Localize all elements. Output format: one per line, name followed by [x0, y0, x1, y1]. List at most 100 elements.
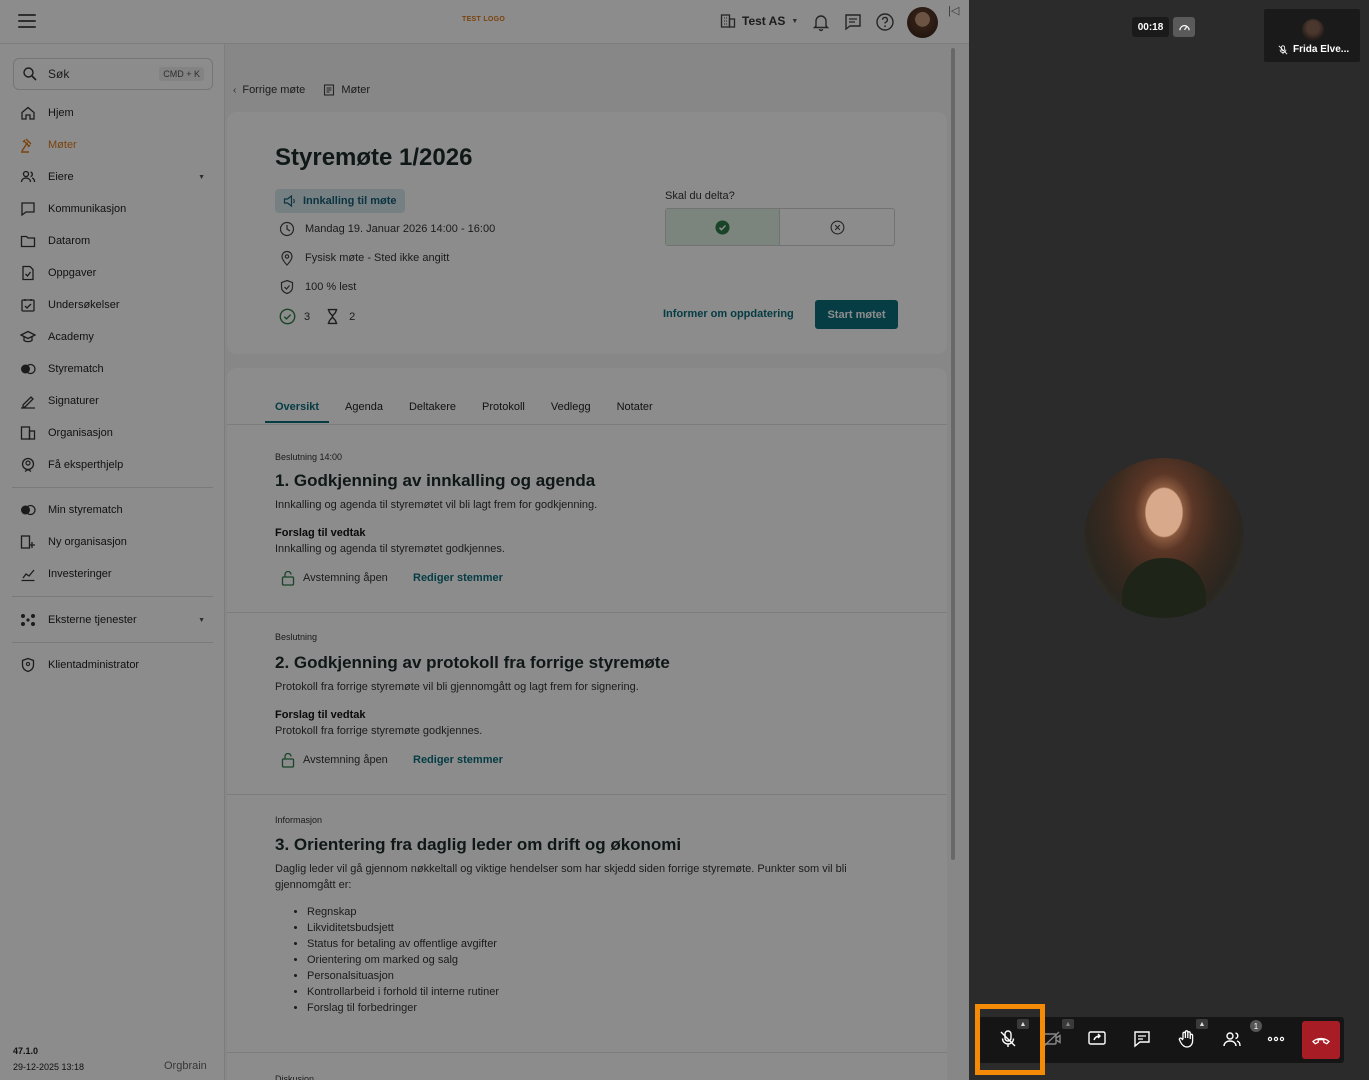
mute-button[interactable] — [996, 1027, 1020, 1051]
vote-status-text: Avstemning åpen — [303, 572, 388, 584]
accepted-count: 3 — [304, 310, 311, 323]
shield-icon — [21, 657, 35, 673]
connection-quality-button[interactable] — [1173, 17, 1195, 37]
expert-icon — [21, 457, 35, 472]
tab-bar: Oversikt Agenda Deltakere Protokoll Vedl… — [265, 401, 653, 423]
vote-status: Avstemning åpen — [281, 752, 388, 768]
vote-status-text: Avstemning åpen — [303, 754, 388, 766]
org-switcher[interactable]: Test AS ▼ — [720, 13, 798, 29]
search-input[interactable]: Søk CMD + K — [13, 58, 213, 90]
sidebar-item-label: Academy — [48, 331, 94, 343]
camera-options-caret[interactable]: ▲ — [1062, 1019, 1074, 1029]
sidebar-item-tasks[interactable]: Oppgaver — [20, 263, 205, 283]
pen-icon — [21, 396, 35, 409]
leave-call-button[interactable] — [1302, 1021, 1340, 1059]
sidebar-item-organisation[interactable]: Organisasjon — [20, 423, 205, 443]
mic-off-icon — [1278, 44, 1288, 54]
status-badge-label: Innkalling til møte — [303, 195, 397, 207]
meeting-read-status: 100 % lest — [279, 279, 356, 295]
chevron-down-icon: ▼ — [198, 173, 205, 181]
mic-options-caret[interactable]: ▲ — [1017, 1019, 1029, 1029]
meetings-link[interactable]: Møter — [323, 84, 370, 96]
reactions-caret[interactable]: ▲ — [1196, 1019, 1208, 1029]
help-icon[interactable] — [875, 12, 895, 32]
attendance-counts: 3 2 — [279, 308, 355, 325]
inform-update-link[interactable]: Informer om oppdatering — [663, 308, 794, 320]
sidebar-item-dataroom[interactable]: Datarom — [20, 231, 205, 251]
sidebar-item-new-organisation[interactable]: Ny organisasjon — [20, 532, 205, 552]
sidebar-item-external-services[interactable]: Eksterne tjenester ▼ — [20, 610, 205, 630]
sidebar-item-expert-help[interactable]: Få eksperthjelp — [20, 455, 205, 475]
tab-minutes[interactable]: Protokoll — [482, 401, 525, 423]
sidebar-item-my-boardmatch[interactable]: Min styrematch — [20, 500, 205, 520]
sidebar-item-client-admin[interactable]: Klientadministrator — [20, 655, 205, 675]
participants-count-badge: 1 — [1250, 1020, 1262, 1032]
proposal-text: Innkalling og agenda til styremøtet godk… — [275, 543, 505, 555]
sidebar-item-label: Organisasjon — [48, 427, 113, 439]
agenda-item-description: Daglig leder vil gå gjennom nøkkeltall o… — [275, 863, 847, 891]
task-icon — [22, 265, 34, 281]
tab-overview[interactable]: Oversikt — [265, 401, 330, 423]
sidebar-item-label: Kommunikasjon — [48, 203, 127, 215]
rsvp-yes-button[interactable] — [666, 209, 780, 245]
agenda-item-title[interactable]: 3. Orientering fra daglig leder om drift… — [275, 835, 681, 855]
search-placeholder: Søk — [48, 67, 70, 81]
sidebar-item-label: Datarom — [48, 235, 91, 247]
external-services-icon — [21, 614, 35, 626]
chat-button[interactable] — [1130, 1027, 1154, 1051]
raise-hand-button[interactable] — [1175, 1027, 1199, 1051]
close-circle-icon — [830, 220, 844, 234]
tab-attachments[interactable]: Vedlegg — [551, 401, 591, 423]
edit-votes-link[interactable]: Rediger stemmer — [413, 572, 503, 584]
menu-icon[interactable] — [18, 14, 36, 28]
agenda-item: Beslutning 14:00 1. Godkjenning av innka… — [227, 425, 947, 613]
gauge-icon — [1178, 24, 1190, 30]
folder-icon — [20, 235, 36, 248]
more-options-button[interactable] — [1264, 1027, 1288, 1051]
rsvp-no-button[interactable] — [780, 209, 894, 245]
sidebar-item-home[interactable]: Hjem — [20, 103, 205, 123]
share-screen-button[interactable] — [1085, 1027, 1109, 1051]
participants-button[interactable] — [1220, 1027, 1244, 1051]
sidebar-item-communication[interactable]: Kommunikasjon — [20, 199, 205, 219]
sidebar-item-owners[interactable]: Eiere ▼ — [20, 167, 205, 187]
sidebar-divider — [12, 642, 213, 643]
tab-participants[interactable]: Deltakere — [409, 401, 456, 423]
sidebar-item-investments[interactable]: Investeringer — [20, 564, 205, 584]
collapse-panel-icon[interactable]: |◁ — [948, 4, 962, 18]
tab-notes[interactable]: Notater — [617, 401, 653, 423]
bell-icon[interactable] — [811, 12, 831, 32]
agenda-item-type: Beslutning 14:00 — [275, 452, 343, 462]
hang-up-icon — [1312, 1037, 1330, 1045]
check-circle-filled-icon — [715, 219, 730, 235]
proposal-label: Forslag til vedtak — [275, 527, 366, 539]
rsvp-toggle — [665, 208, 895, 246]
meetings-label: Møter — [341, 84, 371, 96]
sidebar-item-boardmatch[interactable]: Styrematch — [20, 359, 205, 379]
user-avatar[interactable] — [907, 7, 938, 38]
sidebar-divider — [12, 596, 213, 597]
start-meeting-button[interactable]: Start møtet — [815, 300, 898, 329]
messages-icon[interactable] — [843, 12, 863, 32]
org-name: Test AS — [742, 14, 786, 28]
sidebar-item-signatures[interactable]: Signaturer — [20, 391, 205, 411]
sidebar-item-academy[interactable]: Academy — [20, 327, 205, 347]
participant-name-label: Frida Elve... — [1278, 44, 1349, 55]
sidebar-item-surveys[interactable]: Undersøkelser — [20, 295, 205, 315]
agenda-item: Diskusjon — [227, 1053, 947, 1080]
participant-thumbnail-avatar — [1302, 19, 1324, 41]
camera-button[interactable] — [1040, 1027, 1064, 1051]
meeting-datetime: Mandag 19. Januar 2026 14:00 - 16:00 — [279, 221, 495, 237]
previous-meeting-link[interactable]: ‹ Forrige møte — [233, 84, 305, 96]
tab-agenda[interactable]: Agenda — [345, 401, 383, 423]
agenda-item-title[interactable]: 2. Godkjenning av protokoll fra forrige … — [275, 653, 670, 673]
edit-votes-link[interactable]: Rediger stemmer — [413, 754, 503, 766]
building-icon — [720, 14, 736, 28]
sidebar-item-meetings[interactable]: Møter — [20, 135, 205, 155]
participant-thumbnail[interactable]: Frida Elve... — [1264, 9, 1360, 62]
pending-count: 2 — [349, 310, 356, 323]
scrollbar[interactable] — [951, 48, 955, 860]
clock-icon — [279, 221, 295, 237]
agenda-item-title[interactable]: 1. Godkjenning av innkalling og agenda — [275, 471, 595, 491]
building-plus-icon — [20, 535, 35, 549]
